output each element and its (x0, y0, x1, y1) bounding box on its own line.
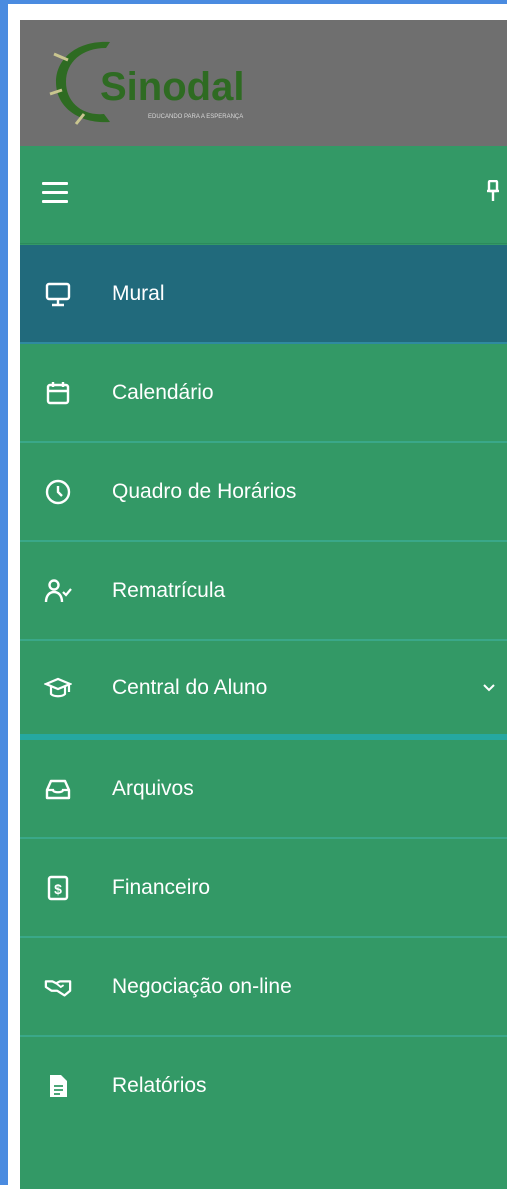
sidebar-item-negociacao-on-line[interactable]: Negociação on-line (20, 938, 507, 1037)
sidebar: Sinodal EDUCANDO PARA A ESPERANÇA Mural (20, 20, 507, 1189)
sidebar-item-label: Central do Aluno (112, 675, 268, 699)
sidebar-item-relatorios[interactable]: Relatórios (20, 1037, 507, 1136)
chevron-down-icon[interactable] (482, 681, 496, 695)
sidebar-item-label: Quadro de Horários (112, 479, 297, 503)
sidebar-item-label: Relatórios (112, 1073, 207, 1097)
handshake-icon (44, 973, 72, 1001)
sidebar-menu: Mural Calendário Quadro de Horários Rema… (20, 245, 507, 1136)
sidebar-item-calendario[interactable]: Calendário (20, 344, 507, 443)
sidebar-item-central-do-aluno[interactable]: Central do Aluno (20, 641, 507, 740)
calendar-icon (44, 379, 72, 407)
graduation-cap-icon (44, 674, 72, 702)
svg-text:$: $ (54, 881, 62, 897)
sidebar-item-mural[interactable]: Mural (20, 245, 507, 344)
inbox-icon (44, 775, 72, 803)
logo-tagline: EDUCANDO PARA A ESPERANÇA (148, 114, 243, 120)
dollar-file-icon: $ (44, 874, 72, 902)
sidebar-item-label: Financeiro (112, 875, 211, 899)
sidebar-item-label: Mural (112, 281, 165, 305)
sidebar-item-label: Calendário (112, 380, 214, 404)
sidebar-item-label: Negociação on-line (112, 974, 292, 998)
sidebar-item-financeiro[interactable]: $ Financeiro (20, 839, 507, 938)
window-frame: Sinodal EDUCANDO PARA A ESPERANÇA Mural (0, 0, 507, 1189)
sidebar-header (20, 146, 507, 244)
sidebar-item-rematricula[interactable]: Rematrícula (20, 542, 507, 641)
sidebar-item-arquivos[interactable]: Arquivos (20, 740, 507, 839)
user-check-icon (44, 577, 72, 605)
hamburger-icon[interactable] (42, 182, 68, 204)
pin-icon[interactable] (486, 180, 500, 202)
document-icon (44, 1072, 72, 1100)
logo-area: Sinodal EDUCANDO PARA A ESPERANÇA (20, 20, 507, 146)
sidebar-item-label: Rematrícula (112, 578, 226, 602)
monitor-icon (44, 280, 72, 308)
clock-icon (44, 478, 72, 506)
sidebar-footer (20, 1131, 507, 1189)
sidebar-item-quadro-de-horarios[interactable]: Quadro de Horários (20, 443, 507, 542)
sinodal-logo: Sinodal EDUCANDO PARA A ESPERANÇA (49, 41, 244, 125)
logo-wordmark: Sinodal (100, 65, 244, 109)
sidebar-item-label: Arquivos (112, 776, 194, 800)
